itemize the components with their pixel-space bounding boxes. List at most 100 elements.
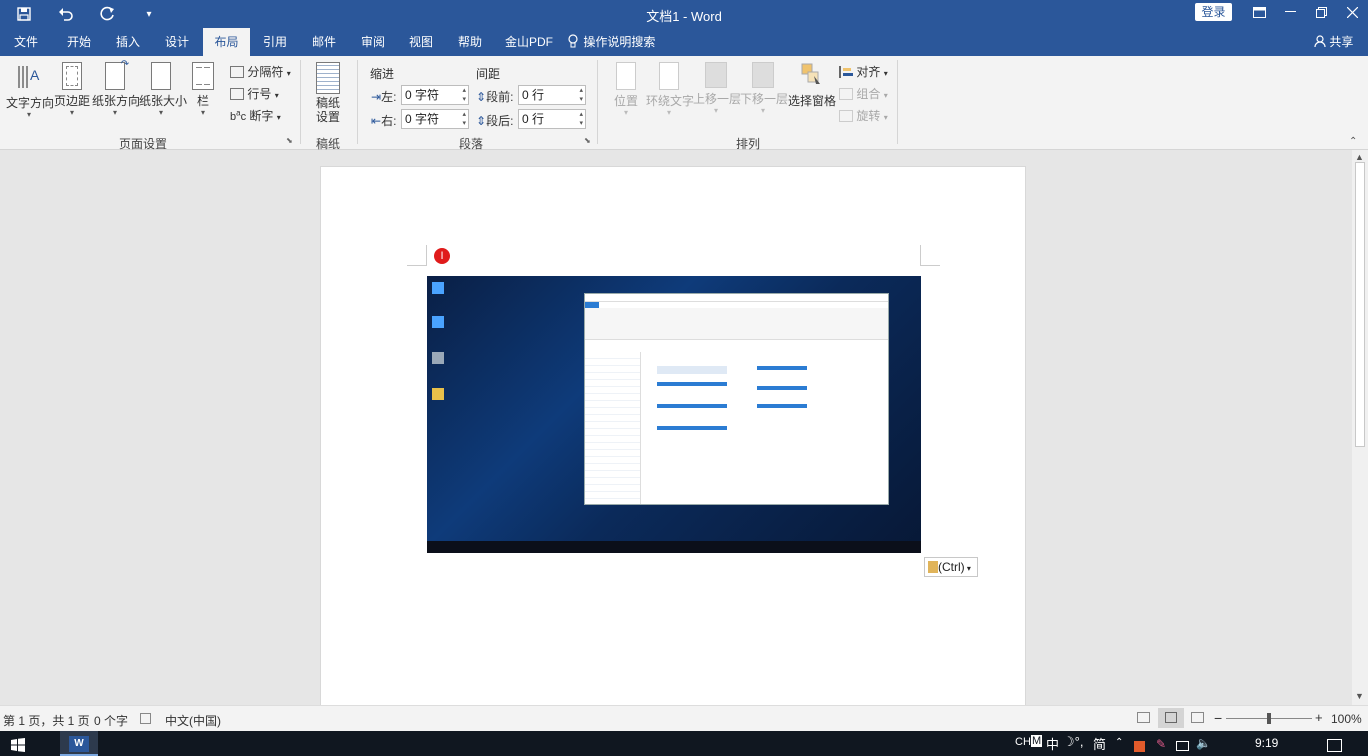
ime-mode-icon[interactable]: M <box>1031 735 1043 747</box>
clock[interactable]: 9:19 <box>1255 736 1278 750</box>
ime-chinese-mode[interactable]: 中 <box>1046 734 1059 753</box>
tell-me-label: 操作说明搜索 <box>583 35 656 49</box>
selection-pane-button[interactable]: 选择窗格 <box>788 60 836 109</box>
volume-icon[interactable]: 🔈 <box>1196 736 1211 750</box>
spacing-title: 间距 <box>476 67 501 81</box>
manuscript-settings-button[interactable]: 稿纸 设置 <box>308 60 348 124</box>
close-icon[interactable] <box>1336 0 1368 24</box>
read-mode-icon[interactable] <box>1137 712 1150 726</box>
undo-icon[interactable] <box>55 4 77 24</box>
wrap-text-button[interactable]: 环绕文字 ▾ <box>646 60 694 117</box>
tray-app-icon[interactable]: ✎ <box>1156 737 1166 751</box>
tray-overflow-icon[interactable]: ⌃ <box>1115 737 1123 748</box>
tab-insert[interactable]: 插入 <box>106 28 150 56</box>
windows-taskbar-thumbnail <box>427 541 921 553</box>
share-label: 共享 <box>1329 35 1354 49</box>
spinner-arrows-icon[interactable]: ▴ ▾ <box>462 110 466 128</box>
ime-simplified[interactable]: 简 <box>1093 734 1106 753</box>
share-button[interactable]: 共享 <box>1314 28 1356 56</box>
tab-references[interactable]: 引用 <box>253 28 297 56</box>
position-button[interactable]: 位置 ▾ <box>608 60 644 117</box>
spacing-before-icon: ⇕ <box>476 90 487 104</box>
indent-right-icon: ⇤ <box>371 114 382 128</box>
tab-mailings[interactable]: 邮件 <box>302 28 346 56</box>
breaks-button[interactable]: 分隔符 ▾ <box>230 63 291 80</box>
spinner-arrows-icon[interactable]: ▴ ▾ <box>579 110 583 128</box>
paragraph-launcher-icon[interactable]: ⬊ <box>584 136 591 145</box>
scroll-thumb[interactable] <box>1355 162 1365 447</box>
proofing-icon[interactable] <box>140 712 151 726</box>
customize-quick-access-icon[interactable]: ▾ <box>138 4 160 24</box>
zoom-in-icon[interactable]: + <box>1315 710 1323 725</box>
explorer-window-thumbnail <box>584 293 889 505</box>
indent-left-label: ⇥左: <box>371 90 397 104</box>
spacing-after-icon: ⇕ <box>476 114 487 128</box>
page-count[interactable]: 第 1 页，共 1 页 <box>3 712 90 729</box>
word-taskbar-icon[interactable]: W <box>60 731 98 756</box>
columns-button[interactable]: 栏 ▾ <box>188 60 218 117</box>
spinner-arrows-icon[interactable]: ▴ ▾ <box>462 86 466 104</box>
spacing-after-input[interactable]: 0 行 ▴ ▾ <box>518 109 586 129</box>
scroll-down-icon[interactable]: ▼ <box>1355 691 1364 701</box>
tab-kingsoft-pdf[interactable]: 金山PDF <box>502 28 556 56</box>
rotate-button[interactable]: 旋转 ▾ <box>839 107 888 124</box>
zoom-slider-thumb[interactable] <box>1267 713 1271 724</box>
person-icon <box>1314 35 1329 49</box>
send-backward-button[interactable]: 下移一层 ▾ <box>740 60 788 115</box>
document-page[interactable]: I (Ctrl) ▾ <box>320 166 1026 706</box>
spacing-before-input[interactable]: 0 行 ▴ ▾ <box>518 85 586 105</box>
spinner-arrows-icon[interactable]: ▴ ▾ <box>579 86 583 104</box>
zoom-slider[interactable] <box>1226 713 1312 724</box>
zoom-out-icon[interactable]: − <box>1214 710 1222 726</box>
pasted-screenshot-image[interactable] <box>427 276 921 553</box>
zoom-level[interactable]: 100% <box>1331 712 1362 726</box>
indent-right-input[interactable]: 0 字符 ▴ ▾ <box>401 109 469 129</box>
scroll-up-icon[interactable]: ▲ <box>1355 152 1364 162</box>
tab-layout[interactable]: 布局 <box>203 28 250 56</box>
ime-language[interactable]: CH <box>1015 736 1031 748</box>
line-numbers-button[interactable]: 行号 ▾ <box>230 85 279 102</box>
tab-view[interactable]: 视图 <box>399 28 443 56</box>
tell-me-search[interactable]: 操作说明搜索 <box>568 28 658 56</box>
ime-punctuation-icon[interactable]: ☽°, <box>1063 734 1083 750</box>
tab-design[interactable]: 设计 <box>155 28 199 56</box>
save-icon[interactable] <box>13 4 35 24</box>
ribbon-tab-bar: 文件 开始 插入 设计 布局 引用 邮件 审阅 视图 帮助 金山PDF 操作说明… <box>0 28 1368 56</box>
network-icon[interactable] <box>1176 741 1189 751</box>
windows-start-icon[interactable] <box>11 738 25 755</box>
login-button[interactable]: 登录 <box>1195 3 1232 21</box>
restore-icon[interactable] <box>1305 0 1337 24</box>
windows-taskbar: W CH M 中 ☽°, 简 ⌃ ✎ 🔈 9:19 <box>0 731 1368 756</box>
margins-button[interactable]: 页边距 ▾ <box>54 60 90 117</box>
collapse-ribbon-icon[interactable]: ⌃ <box>1349 136 1357 147</box>
tab-file[interactable]: 文件 <box>5 28 47 56</box>
orientation-button[interactable]: ↷ 纸张方向 ▾ <box>92 59 140 117</box>
size-button[interactable]: 纸张大小 ▾ <box>139 60 187 117</box>
hyphenation-icon: bac <box>230 108 247 123</box>
paste-options-button[interactable]: (Ctrl) ▾ <box>924 557 978 577</box>
columns-icon <box>192 62 214 90</box>
print-layout-icon[interactable] <box>1158 708 1184 728</box>
tab-home[interactable]: 开始 <box>57 28 101 56</box>
word-count[interactable]: 0 个字 <box>94 712 128 729</box>
spacing-before-label: ⇕段前: <box>476 90 514 104</box>
language-indicator[interactable]: 中文(中国) <box>165 712 221 729</box>
text-direction-button[interactable]: A 文字方向 ▾ <box>6 60 54 119</box>
send-backward-icon <box>752 62 774 88</box>
page-setup-launcher-icon[interactable]: ⬊ <box>286 136 293 145</box>
redo-icon[interactable] <box>97 4 119 24</box>
align-button[interactable]: 对齐 ▾ <box>839 63 888 80</box>
tray-app-icon[interactable] <box>1134 741 1145 752</box>
tab-help[interactable]: 帮助 <box>448 28 492 56</box>
minimize-icon[interactable] <box>1274 0 1306 24</box>
vertical-scrollbar[interactable]: ▲ ▼ <box>1352 150 1368 705</box>
web-layout-icon[interactable] <box>1191 712 1204 726</box>
bring-forward-button[interactable]: 上移一层 ▾ <box>693 60 741 115</box>
hyphenation-button[interactable]: bac 断字 ▾ <box>230 107 281 124</box>
bring-forward-icon <box>705 62 727 88</box>
ribbon-display-options-icon[interactable] <box>1243 0 1275 24</box>
group-objects-button[interactable]: 组合 ▾ <box>839 85 888 102</box>
tab-review[interactable]: 审阅 <box>351 28 395 56</box>
indent-left-input[interactable]: 0 字符 ▴ ▾ <box>401 85 469 105</box>
action-center-icon[interactable] <box>1327 739 1342 752</box>
